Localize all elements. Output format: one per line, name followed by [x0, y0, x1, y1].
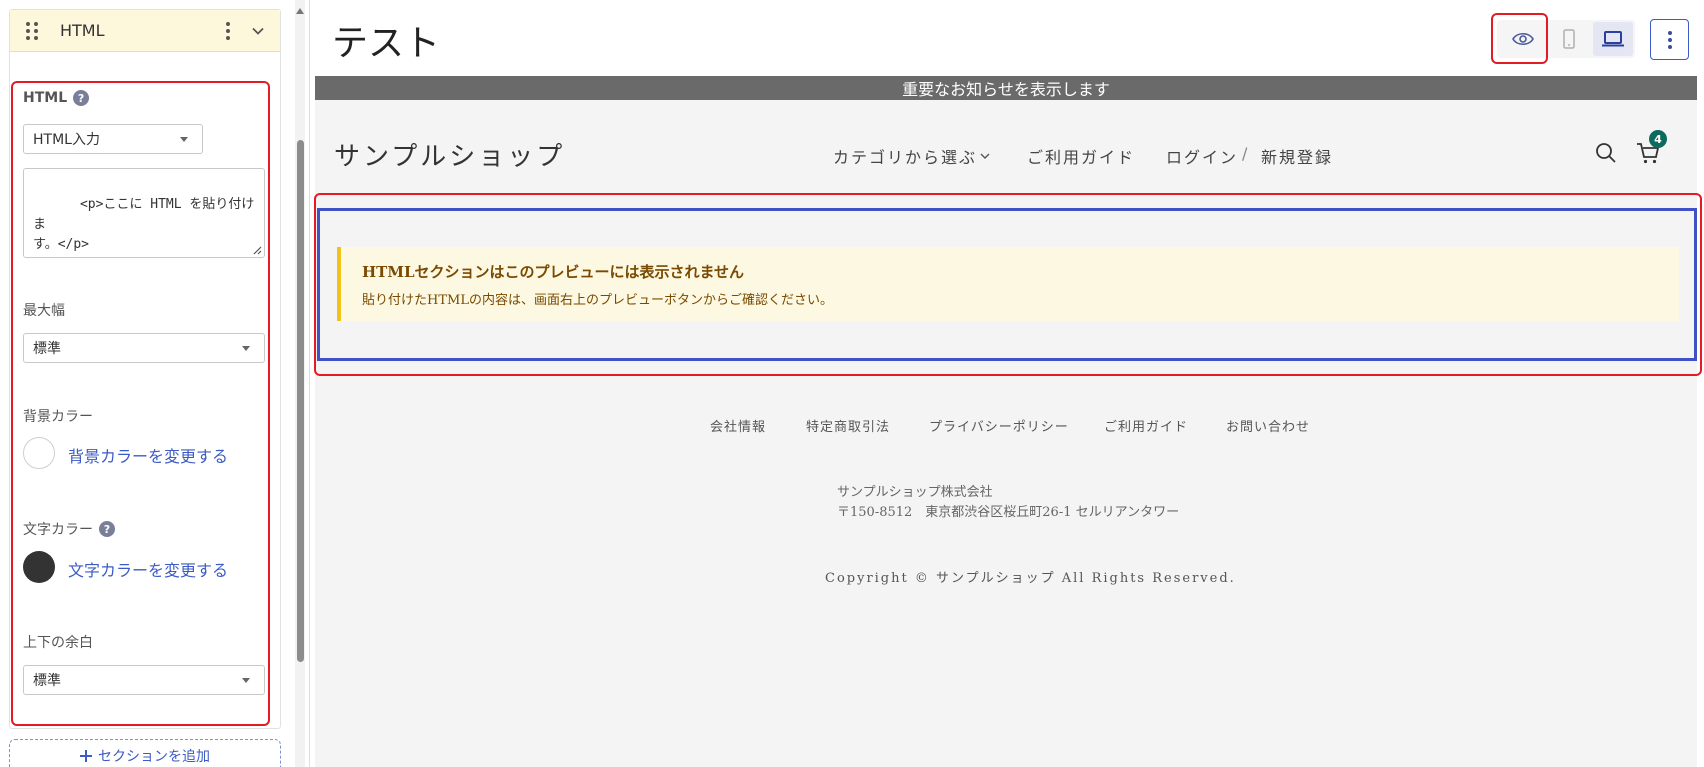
bg-color-label: 背景カラー: [23, 406, 93, 426]
html-label: HTML ?: [23, 90, 90, 106]
text-color-label: 文字カラー ?: [23, 519, 115, 539]
announcement-text: 重要なお知らせを表示します: [902, 80, 1110, 99]
page-title: テスト: [332, 22, 441, 63]
padding-select[interactable]: 標準: [23, 665, 265, 695]
search-icon: [1596, 143, 1616, 163]
desktop-view-button[interactable]: [1593, 22, 1633, 56]
search-button[interactable]: [1595, 142, 1617, 164]
html-code-text: <p>ここに HTML を貼り付けま す。</p>: [33, 197, 255, 252]
footer-link-company[interactable]: 会社情報: [710, 416, 766, 435]
max-width-select[interactable]: 標準: [23, 333, 265, 363]
settings-sidebar: HTML HTML ? HTML入力 <p>ここに HTML を貼り付けま す。…: [0, 0, 295, 767]
shop-logo[interactable]: サンプルショップ: [334, 136, 565, 173]
company-address: 〒150-8512 東京都渋谷区桜丘町26-1 セルリアンタワー: [837, 505, 1180, 520]
html-label-text: HTML: [23, 90, 68, 106]
notice-body: 貼り付けたHTMLの内容は、画面右上のプレビューボタンからご確認ください。: [362, 293, 833, 308]
html-section-notice: HTMLセクションはこのプレビューには表示されません 貼り付けたHTMLの内容は…: [337, 247, 1679, 321]
resize-grip-icon[interactable]: [252, 245, 262, 255]
footer-link-contact[interactable]: お問い合わせ: [1226, 416, 1310, 435]
max-width-label-text: 最大幅: [23, 303, 65, 319]
nav-category-label: カテゴリから選ぶ: [833, 148, 978, 167]
nav-register[interactable]: 新規登録: [1261, 144, 1333, 168]
nav-separator: /: [1242, 144, 1248, 163]
mobile-view-button[interactable]: [1551, 24, 1587, 54]
nav-login[interactable]: ログイン: [1166, 144, 1238, 168]
sidebar-scroll-thumb[interactable]: [297, 140, 304, 662]
footer-link-commerce-law[interactable]: 特定商取引法: [806, 416, 890, 435]
padding-label-text: 上下の余白: [23, 635, 93, 651]
mobile-icon: [1563, 29, 1575, 49]
caret-down-icon: [242, 346, 250, 351]
text-color-change-link[interactable]: 文字カラーを変更する: [68, 557, 228, 581]
html-code-textarea[interactable]: <p>ここに HTML を貼り付けま す。</p>: [23, 168, 265, 258]
laptop-icon: [1602, 31, 1624, 47]
max-width-value: 標準: [33, 341, 61, 357]
bg-color-change-link[interactable]: 背景カラーを変更する: [68, 443, 228, 467]
footer-link-guide[interactable]: ご利用ガイド: [1104, 416, 1188, 435]
nav-category[interactable]: カテゴリから選ぶ: [833, 144, 990, 168]
bg-color-label-text: 背景カラー: [23, 409, 93, 425]
copyright-text: Copyright © サンプルショップ All Rights Reserved…: [825, 571, 1236, 586]
announcement-bar: 重要なお知らせを表示します: [315, 76, 1697, 100]
add-section-label: セクションを追加: [98, 749, 210, 765]
eye-icon: [1512, 32, 1534, 46]
section-title: HTML: [60, 21, 105, 40]
add-section-button[interactable]: セクションを追加: [9, 739, 281, 767]
nav-guide[interactable]: ご利用ガイド: [1027, 144, 1135, 168]
caret-down-icon: [180, 137, 188, 142]
chevron-down-icon: [980, 153, 990, 159]
help-icon[interactable]: ?: [99, 521, 115, 537]
nav-guide-label: ご利用ガイド: [1027, 148, 1136, 167]
cart-count-badge: 4: [1649, 130, 1667, 148]
padding-label: 上下の余白: [23, 632, 93, 652]
preview-button[interactable]: [1505, 26, 1541, 52]
more-options-button[interactable]: [1650, 19, 1689, 60]
help-icon[interactable]: ?: [73, 90, 90, 106]
notice-title: HTMLセクションはこのプレビューには表示されません: [362, 263, 745, 281]
text-color-label-text: 文字カラー: [23, 522, 93, 538]
company-info: サンプルショップ株式会社 〒150-8512 東京都渋谷区桜丘町26-1 セルリ…: [837, 483, 1179, 523]
company-name: サンプルショップ株式会社: [837, 485, 993, 500]
drag-handle-icon[interactable]: [26, 21, 40, 40]
scroll-up-icon[interactable]: [296, 8, 304, 14]
theme-editor: HTML HTML ? HTML入力 <p>ここに HTML を貼り付けま す。…: [0, 0, 1704, 767]
footer-link-privacy[interactable]: プライバシーポリシー: [929, 416, 1069, 435]
chevron-down-icon[interactable]: [252, 25, 264, 37]
nav-register-label: 新規登録: [1261, 148, 1334, 167]
plus-icon: [80, 750, 92, 762]
section-header[interactable]: HTML: [10, 10, 280, 52]
kebab-menu-icon: [1667, 30, 1672, 49]
caret-down-icon: [242, 678, 250, 683]
padding-value: 標準: [33, 673, 61, 689]
nav-login-label: ログイン: [1166, 148, 1239, 167]
html-input-mode-value: HTML入力: [33, 132, 100, 148]
html-input-mode-select[interactable]: HTML入力: [23, 124, 203, 154]
panel-divider: [309, 0, 310, 767]
bg-color-swatch[interactable]: [23, 437, 55, 469]
section-menu-icon[interactable]: [226, 21, 232, 40]
max-width-label: 最大幅: [23, 300, 65, 320]
text-color-swatch[interactable]: [23, 551, 55, 583]
